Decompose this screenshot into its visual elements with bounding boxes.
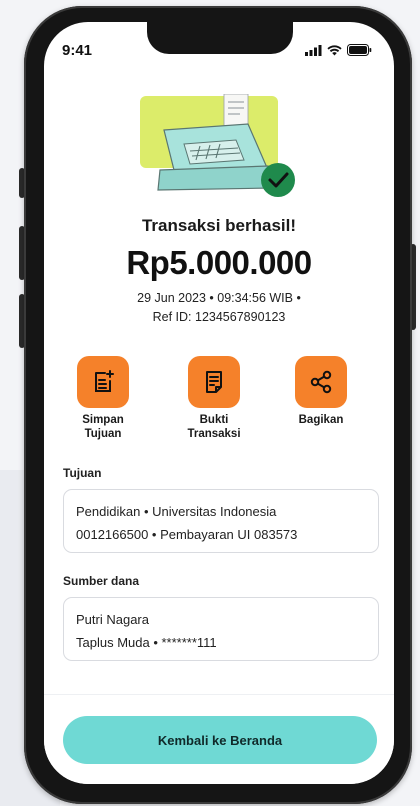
battery-icon bbox=[347, 44, 372, 56]
destination-line-2: 0012166500 • Pembayaran UI 083573 bbox=[76, 527, 298, 542]
status-time: 9:41 bbox=[62, 42, 93, 59]
destination-card: Pendidikan • Universitas Indonesia 00121… bbox=[63, 489, 379, 553]
save-destination-label: Simpan Tujuan bbox=[82, 414, 124, 440]
share-icon bbox=[295, 356, 347, 408]
receipt-label: Bukti Transaksi bbox=[187, 414, 241, 440]
wifi-icon bbox=[327, 44, 342, 55]
receipt-button[interactable]: Bukti Transaksi bbox=[174, 356, 254, 441]
transaction-ref-id: Ref ID: 1234567890123 bbox=[152, 310, 286, 324]
source-of-funds-section-label: Sumber dana bbox=[63, 574, 140, 588]
success-title: Transaksi berhasil! bbox=[141, 216, 297, 235]
account-holder-name: Putri Nagara bbox=[76, 612, 149, 627]
save-destination-button[interactable]: Simpan Tujuan bbox=[63, 356, 143, 441]
destination-section-label: Tujuan bbox=[63, 466, 102, 480]
source-of-funds-card: Putri Nagara Taplus Muda • *******111 bbox=[63, 597, 379, 661]
payment-terminal-illustration bbox=[140, 94, 295, 197]
notch bbox=[147, 22, 293, 54]
save-list-icon bbox=[77, 356, 129, 408]
transaction-datetime: 29 Jun 2023 • 09:34:56 WIB • bbox=[137, 291, 301, 305]
destination-line-1: Pendidikan • Universitas Indonesia bbox=[76, 504, 277, 519]
account-number: Taplus Muda • *******111 bbox=[76, 635, 217, 650]
status-icons bbox=[305, 44, 372, 56]
receipt-icon bbox=[188, 356, 240, 408]
share-button[interactable]: Bagikan bbox=[281, 356, 361, 427]
transaction-amount: Rp5.000.000 bbox=[126, 244, 312, 281]
app-stage: 9:41 Transaksi berhasil! Rp5.000.000 29 … bbox=[0, 0, 420, 806]
share-label: Bagikan bbox=[298, 414, 344, 426]
back-to-home-button[interactable]: Kembali ke Beranda bbox=[63, 716, 377, 764]
phone-screen: 9:41 Transaksi berhasil! Rp5.000.000 29 … bbox=[44, 22, 394, 784]
signal-icon bbox=[305, 44, 322, 56]
